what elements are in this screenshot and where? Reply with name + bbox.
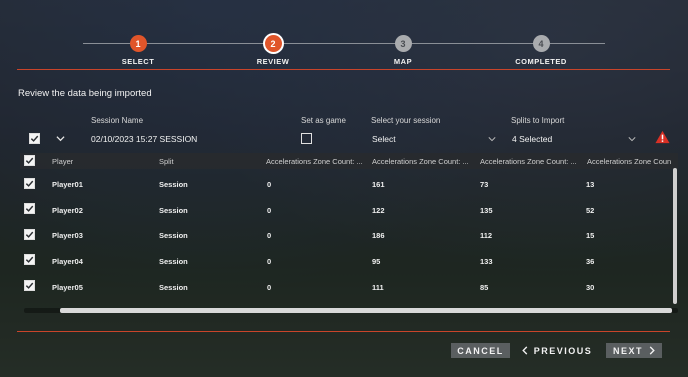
column-header-accel-1[interactable]: Accelerations Zone Count: ... [266,157,366,166]
select-all-checkbox[interactable] [24,155,35,166]
check-icon [30,135,39,142]
cell-value: 135 [480,206,493,215]
cell-player: Player05 [52,283,83,292]
cancel-button[interactable]: CANCEL [451,343,510,358]
step-label: MAP [393,57,413,66]
row-checkbox[interactable] [24,203,35,214]
cell-value: 0 [267,231,272,240]
cell-split: Session [159,257,188,266]
cell-split: Session [159,180,188,189]
cell-split: Session [159,206,188,215]
check-icon [25,256,34,263]
chevron-down-icon[interactable] [628,136,636,142]
set-as-game-checkbox[interactable] [301,133,312,144]
cancel-button-label: CANCEL [457,345,504,356]
step-number: 2 [264,35,282,52]
column-header-accel-2[interactable]: Accelerations Zone Count: ... [372,157,472,166]
cell-value: 0 [267,257,272,266]
step-label: REVIEW [256,57,290,66]
step-label: COMPLETED [515,57,567,66]
select-session-label: Select your session [371,116,441,125]
check-icon [25,157,34,164]
cell-value: 30 [586,283,595,292]
cell-player: Player03 [52,231,83,240]
row-checkbox[interactable] [24,178,35,189]
step-select[interactable]: 1 SELECT [83,35,193,66]
expand-chevron-icon[interactable] [56,135,65,142]
vertical-scrollbar[interactable] [673,168,677,304]
cell-value: 133 [480,257,493,266]
cell-split: Session [159,283,188,292]
cell-value: 111 [372,283,384,292]
cell-value: 112 [480,231,493,240]
cell-split: Session [159,231,188,240]
row-checkbox[interactable] [24,280,35,291]
cell-value: 0 [267,180,272,189]
step-number: 1 [129,35,147,52]
cell-value: 161 [372,180,385,189]
previous-button[interactable]: PREVIOUS [521,343,593,358]
splits-label: Splits to Import [511,116,565,125]
session-name-label: Session Name [91,116,144,125]
warning-icon [655,130,670,144]
cell-value: 85 [480,283,489,292]
divider [17,69,670,70]
step-number: 3 [394,35,412,52]
table-row[interactable]: Player03 Session 0 186 112 15 [20,222,678,247]
row-checkbox[interactable] [24,254,35,265]
next-button[interactable]: NEXT [606,343,662,358]
check-icon [25,205,34,212]
divider [17,331,670,332]
import-wizard: 1 SELECT 2 REVIEW 3 MAP 4 COMPLETED Revi… [0,0,688,377]
cell-value: 0 [267,206,272,215]
chevron-right-icon [649,346,655,355]
cell-value: 0 [267,283,272,292]
chevron-left-icon [521,346,528,355]
table-row[interactable]: Player04 Session 0 95 133 36 [20,248,678,273]
cell-value: 122 [372,206,385,215]
cell-player: Player01 [52,180,83,189]
import-data-table: Player Split Accelerations Zone Count: .… [20,153,678,305]
check-icon [25,282,34,289]
splits-dropdown[interactable]: 4 Selected [512,134,552,144]
cell-value: 95 [372,257,381,266]
table-row[interactable]: Player02 Session 0 122 135 52 [20,197,678,222]
horizontal-scrollbar-thumb[interactable] [60,308,672,313]
table-row[interactable]: Player05 Session 0 111 85 30 [20,274,678,299]
next-button-label: NEXT [612,345,643,356]
step-number: 4 [532,35,550,52]
column-header-player[interactable]: Player [52,157,73,166]
cell-value: 36 [586,257,595,266]
set-as-game-label: Set as game [301,116,346,125]
column-header-split[interactable]: Split [159,157,174,166]
session-select-checkbox[interactable] [29,133,40,144]
previous-button-label: PREVIOUS [533,345,593,356]
step-label: SELECT [121,57,155,66]
chevron-down-icon[interactable] [488,136,496,142]
cell-value: 186 [372,231,385,240]
table-header: Player Split Accelerations Zone Count: .… [20,153,678,169]
step-review[interactable]: 2 REVIEW [218,35,328,66]
cell-value: 52 [586,206,595,215]
cell-value: 15 [586,231,595,240]
session-select-dropdown[interactable]: Select [372,134,396,144]
column-header-accel-3[interactable]: Accelerations Zone Count: ... [480,157,580,166]
check-icon [25,180,34,187]
column-header-accel-4[interactable]: Accelerations Zone Coun [587,157,677,166]
table-row[interactable]: Player01 Session 0 161 73 13 [20,171,678,196]
check-icon [25,231,34,238]
step-completed[interactable]: 4 COMPLETED [486,35,596,66]
page-title: Review the data being imported [18,88,152,99]
session-name-value[interactable]: 02/10/2023 15:27 SESSION [91,134,197,144]
cell-player: Player02 [52,206,83,215]
step-map[interactable]: 3 MAP [348,35,458,66]
cell-value: 13 [586,180,595,189]
cell-value: 73 [480,180,489,189]
row-checkbox[interactable] [24,229,35,240]
cell-player: Player04 [52,257,83,266]
